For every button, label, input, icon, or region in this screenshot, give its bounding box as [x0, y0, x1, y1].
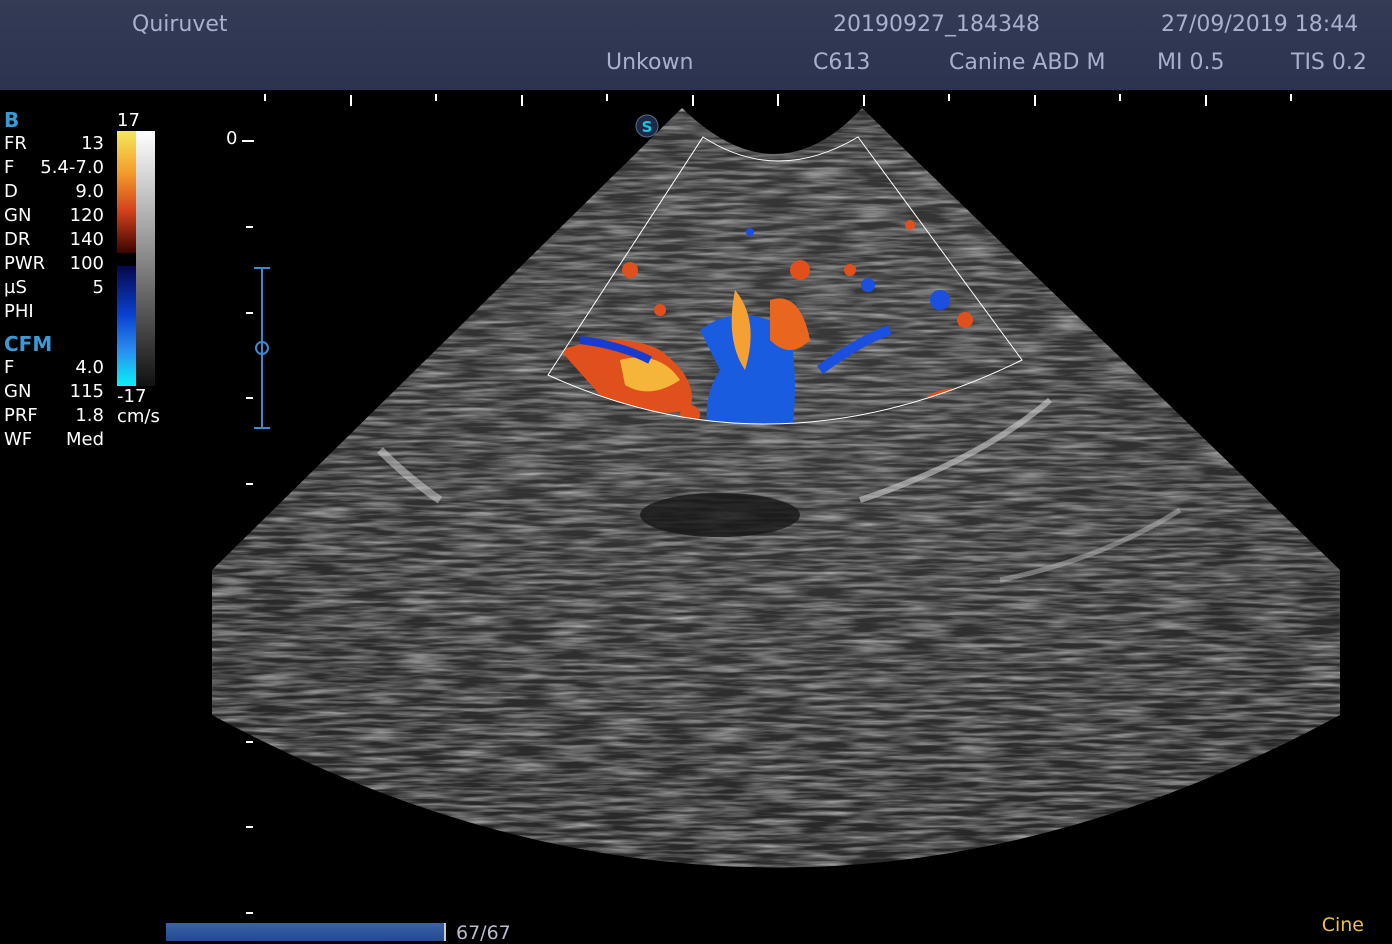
- cine-frame-counter: 67/67: [456, 922, 511, 944]
- probe-logo: S: [635, 114, 659, 138]
- ultrasound-image[interactable]: S: [0, 0, 1392, 944]
- cine-progress-bar[interactable]: [166, 923, 446, 941]
- logo-text: S: [642, 118, 653, 136]
- cine-label: Cine: [1321, 914, 1364, 936]
